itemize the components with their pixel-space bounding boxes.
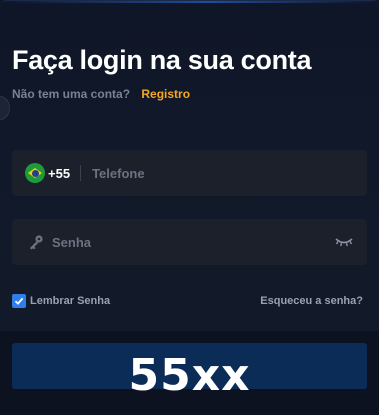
eye-closed-icon[interactable] xyxy=(335,236,353,248)
top-accent-line xyxy=(0,1,379,3)
page-title: Faça login na sua conta xyxy=(12,45,312,75)
password-input[interactable] xyxy=(52,219,335,265)
remember-label: Lembrar Senha xyxy=(30,295,111,307)
remember-checkbox[interactable] xyxy=(12,294,26,308)
register-link[interactable]: Registro xyxy=(141,87,190,101)
signup-prompt: Não tem uma conta? Registro xyxy=(12,87,190,101)
password-field[interactable] xyxy=(12,219,367,265)
dial-code[interactable]: +55 xyxy=(48,166,70,181)
phone-field[interactable]: +55 xyxy=(12,150,367,196)
check-icon xyxy=(14,297,24,305)
login-modal: Faça login na sua conta Não tem uma cont… xyxy=(0,0,379,415)
remember-password-toggle[interactable]: Lembrar Senha xyxy=(12,294,110,308)
side-handle[interactable] xyxy=(0,96,10,120)
field-divider xyxy=(80,165,82,181)
phone-input[interactable] xyxy=(92,150,367,196)
login-button[interactable] xyxy=(12,343,367,389)
brazil-flag-icon[interactable] xyxy=(25,163,45,183)
key-icon xyxy=(30,235,43,250)
forgot-password-link[interactable]: Esqueceu a senha? xyxy=(260,295,363,307)
signup-question: Não tem uma conta? xyxy=(12,87,131,101)
